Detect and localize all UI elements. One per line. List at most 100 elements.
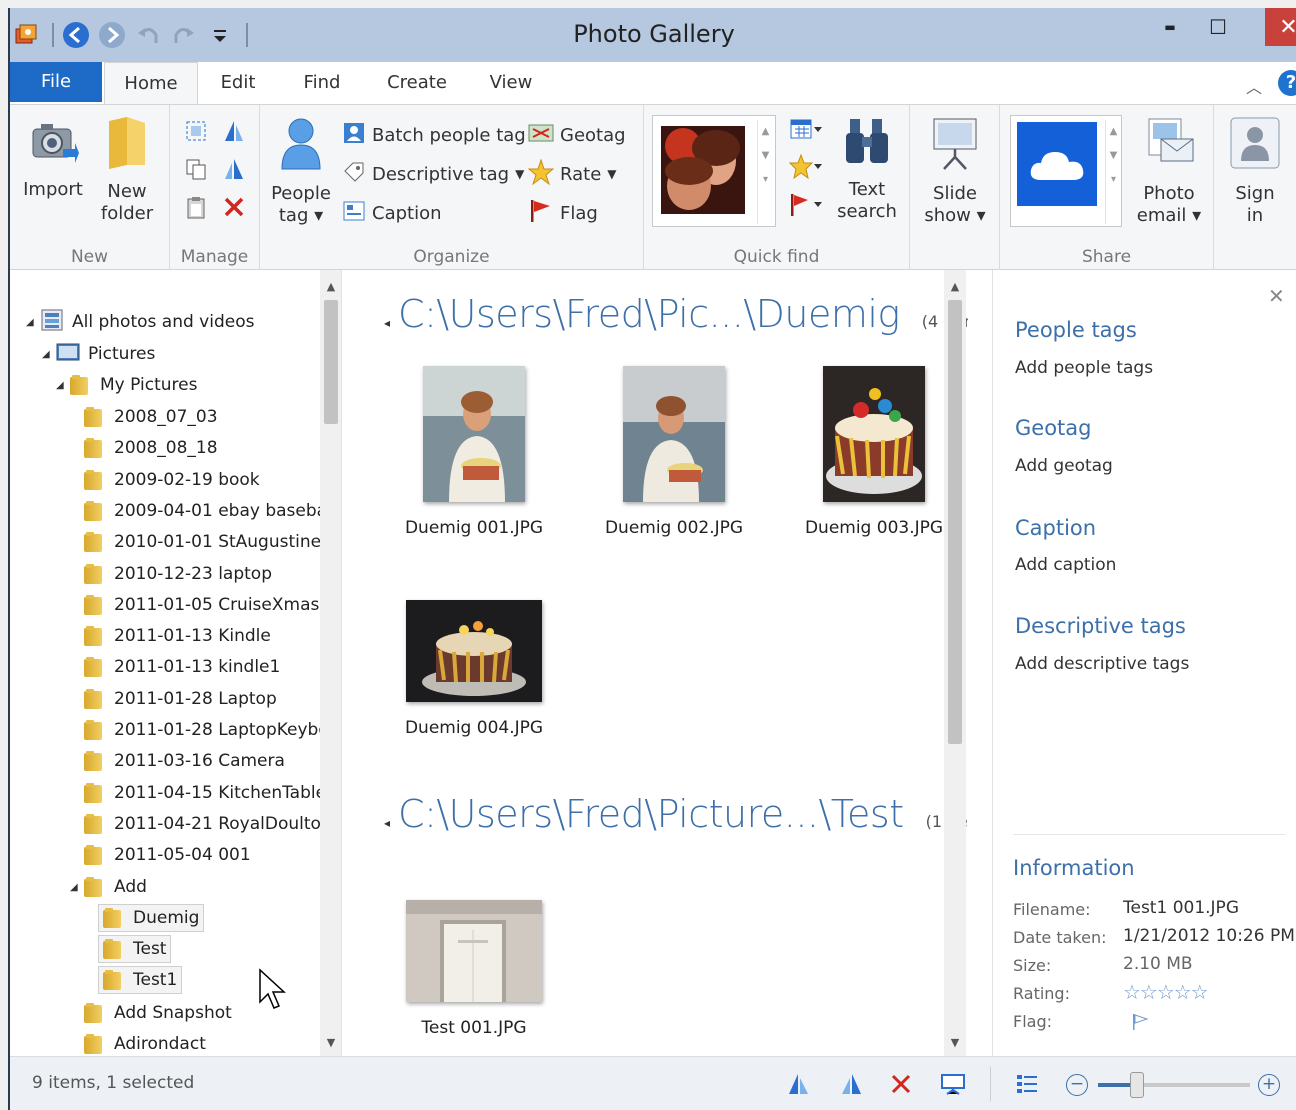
expand-arrow-icon[interactable]: ◢	[42, 349, 56, 360]
tree-item-folder[interactable]: 2011-01-05 CruiseXmas20	[84, 591, 341, 619]
delete-icon[interactable]	[886, 1069, 916, 1099]
copy-icon[interactable]	[182, 155, 210, 183]
tree-item-folder[interactable]: 2011-01-28 Laptop	[84, 685, 277, 713]
flag-button[interactable]: Flag	[528, 197, 598, 229]
rotate-right-icon[interactable]	[836, 1069, 866, 1099]
add-people-tags-link[interactable]: Add people tags	[1015, 358, 1153, 378]
expand-arrow-icon[interactable]: ◢	[70, 882, 84, 893]
group-header-test[interactable]: ◂ C:\Users\Fred\Picture...\Test (1 item)	[384, 792, 968, 836]
rating-stars[interactable]: ☆☆☆☆☆	[1123, 980, 1209, 1004]
gallery-scroll-thumb[interactable]	[948, 300, 962, 744]
gallery-scrollbar[interactable]: ▲ ▼	[944, 270, 966, 1056]
flag-toggle-icon[interactable]	[1131, 1012, 1151, 1036]
tree-item-adirondact[interactable]: Adirondact	[84, 1030, 206, 1056]
rotate-left-icon[interactable]	[784, 1069, 814, 1099]
help-icon[interactable]: ?	[1278, 70, 1296, 96]
tree-item-folder[interactable]: 2011-04-21 RoyalDoulton	[84, 810, 332, 838]
descriptive-tag-button[interactable]: Descriptive tag ▼	[342, 158, 524, 190]
text-search-button[interactable]: Text search	[834, 115, 900, 223]
tree-item-all-photos[interactable]: ◢ All photos and videos	[26, 308, 254, 336]
flag-filter-icon[interactable]	[786, 191, 826, 219]
size-label: Size:	[1013, 956, 1052, 975]
add-descriptive-tags-link[interactable]: Add descriptive tags	[1015, 654, 1189, 674]
tree-item-test1[interactable]: Test1	[98, 966, 183, 994]
sign-in-button[interactable]: Sign in	[1224, 115, 1286, 227]
batch-people-tag-button[interactable]: Batch people tag	[342, 119, 526, 151]
tree-scrollbar[interactable]: ▲ ▼	[320, 270, 341, 1056]
photo-email-button[interactable]: Photo email ▾	[1132, 115, 1206, 227]
group-header-duemig[interactable]: ◂ C:\Users\Fred\Pic...\Duemig (4 items)	[384, 292, 968, 336]
photo-duemig-002[interactable]: Duemig 002.JPG	[574, 366, 774, 538]
folder-icon	[84, 626, 106, 647]
people-tag-button[interactable]: People tag ▾	[270, 115, 332, 227]
caption-icon	[342, 199, 366, 228]
folder-icon	[96, 115, 158, 175]
photo-duemig-003[interactable]: Duemig 003.JPG	[774, 366, 968, 538]
photo-duemig-001[interactable]: Duemig 001.JPG	[374, 366, 574, 538]
scroll-up-icon[interactable]: ▲	[944, 276, 966, 298]
tree-item-folder[interactable]: 2011-01-13 kindle1	[84, 653, 280, 681]
tree-item-folder[interactable]: 2011-04-15 KitchenTable	[84, 779, 326, 807]
rate-button[interactable]: Rate ▼	[527, 157, 617, 190]
tab-create[interactable]: Create	[374, 62, 460, 104]
slide-show-button[interactable]: Slide show ▾	[918, 115, 992, 227]
select-all-icon[interactable]	[182, 117, 210, 145]
caption-button[interactable]: Caption	[342, 197, 442, 229]
minimize-button[interactable]: ▬	[1150, 8, 1190, 46]
scroll-down-icon[interactable]: ▼	[320, 1032, 341, 1054]
collapse-group-icon[interactable]: ◂	[384, 316, 390, 330]
tab-file[interactable]: File	[10, 62, 102, 102]
tree-item-folder[interactable]: 2008_07_03	[84, 403, 218, 431]
rating-filter-icon[interactable]	[786, 153, 826, 181]
scroll-up-icon[interactable]: ▲	[320, 276, 341, 298]
tree-item-add-snapshot[interactable]: Add Snapshot	[84, 999, 232, 1027]
tab-view[interactable]: View	[476, 62, 546, 104]
photo-duemig-004[interactable]: Duemig 004.JPG	[374, 600, 574, 738]
delete-icon[interactable]	[220, 193, 248, 221]
details-view-icon[interactable]	[1012, 1069, 1042, 1099]
tree-item-pictures[interactable]: ◢ Pictures	[42, 340, 155, 368]
paste-icon[interactable]	[182, 193, 210, 221]
tree-item-folder[interactable]: 2011-03-16 Camera	[84, 747, 285, 775]
slideshow-icon[interactable]	[938, 1069, 968, 1099]
tree-item-folder[interactable]: 2011-05-04 001	[84, 841, 251, 869]
tree-item-folder[interactable]: 2010-01-01 StAugustine	[84, 528, 321, 556]
zoom-slider-handle[interactable]	[1130, 1072, 1144, 1098]
tree-item-test[interactable]: Test	[98, 935, 172, 963]
new-folder-button[interactable]: New folder	[96, 115, 158, 225]
tree-item-folder[interactable]: 2008_08_18	[84, 434, 218, 462]
expand-arrow-icon[interactable]: ◢	[56, 380, 70, 391]
tree-item-folder[interactable]: 2010-12-23 laptop	[84, 560, 272, 588]
share-gallery[interactable]: ▲ ▼ ▾	[1010, 115, 1122, 227]
zoom-in-button[interactable]: +	[1258, 1074, 1280, 1096]
add-geotag-link[interactable]: Add geotag	[1015, 456, 1113, 476]
import-button[interactable]: Import	[20, 115, 86, 201]
collapse-ribbon-icon[interactable]: ︿	[1246, 74, 1262, 98]
tab-edit[interactable]: Edit	[206, 62, 270, 104]
tab-find[interactable]: Find	[286, 62, 358, 104]
quick-find-thumbnail-gallery[interactable]: ▲ ▼ ▾	[652, 115, 776, 227]
tree-item-folder[interactable]: 2011-01-28 LaptopKeyboa	[84, 716, 339, 744]
tree-item-folder[interactable]: 2011-01-13 Kindle	[84, 622, 271, 650]
tree-item-my-pictures[interactable]: ◢ My Pictures	[56, 371, 197, 399]
collapse-group-icon[interactable]: ◂	[384, 816, 390, 830]
scroll-down-icon[interactable]: ▼	[944, 1032, 966, 1054]
expand-arrow-icon[interactable]: ◢	[26, 317, 40, 328]
calendar-icon[interactable]	[786, 115, 826, 143]
rotate-right-icon[interactable]	[220, 155, 248, 183]
add-caption-link[interactable]: Add caption	[1015, 555, 1116, 575]
close-button[interactable]: ✕	[1265, 8, 1296, 46]
rotate-left-icon[interactable]	[220, 117, 248, 145]
tree-item-folder[interactable]: 2009-02-19 book	[84, 466, 260, 494]
geotag-button[interactable]: Geotag	[528, 119, 626, 151]
tree-item-duemig[interactable]: Duemig	[98, 904, 205, 932]
photo-test-001[interactable]: Test 001.JPG	[374, 900, 574, 1038]
close-pane-icon[interactable]: ✕	[1268, 284, 1285, 308]
tree-scroll-thumb[interactable]	[324, 300, 338, 424]
tree-item-add[interactable]: ◢ Add	[70, 873, 147, 901]
tree-item-folder[interactable]: 2009-04-01 ebay baseball	[84, 497, 337, 525]
zoom-slider[interactable]	[1098, 1072, 1250, 1098]
zoom-out-button[interactable]: −	[1066, 1074, 1088, 1096]
tab-home[interactable]: Home	[104, 62, 198, 106]
maximize-button[interactable]: ☐	[1198, 8, 1238, 46]
